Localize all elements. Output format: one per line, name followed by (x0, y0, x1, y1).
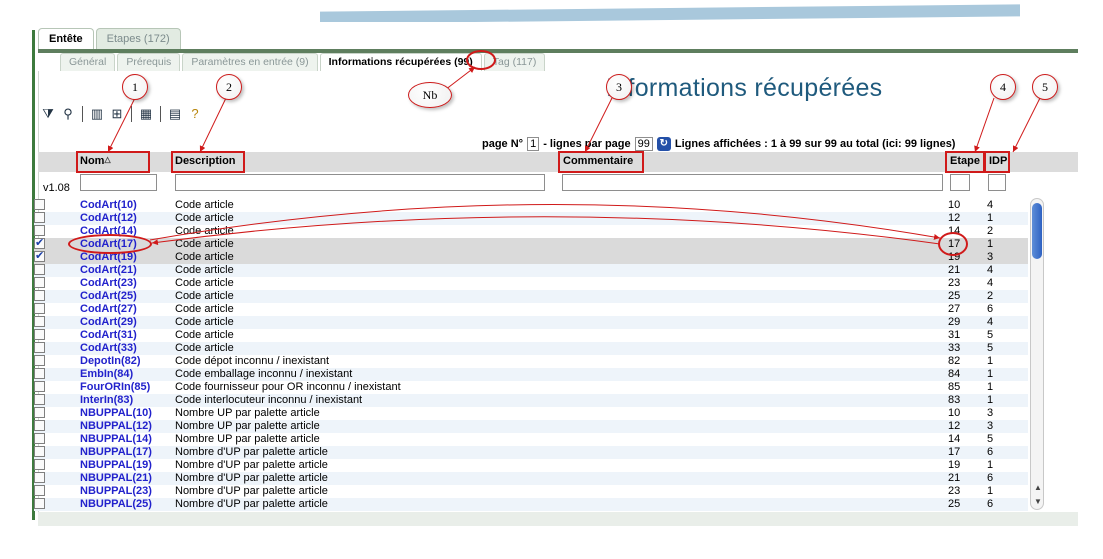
annotation-arrows (107, 66, 1041, 246)
highlight-etape (945, 151, 985, 173)
highlight-description (171, 151, 245, 173)
highlight-row-etape (938, 232, 968, 256)
callout-3: 3 (606, 74, 632, 100)
arrow-4 (974, 97, 995, 153)
highlight-commentaire (558, 151, 644, 173)
arrow-2 (199, 97, 227, 153)
arrow-nb (444, 66, 476, 91)
callout-5: 5 (1032, 74, 1058, 100)
arrow-3 (584, 97, 613, 153)
callout-2: 2 (216, 74, 242, 100)
arrow-5 (1012, 97, 1041, 153)
callout-nb: Nb (408, 82, 452, 108)
callout-4: 4 (990, 74, 1016, 100)
highlight-nom (76, 151, 150, 173)
highlight-row-nom (68, 234, 152, 254)
arrow-1 (107, 97, 136, 153)
callout-1: 1 (122, 74, 148, 100)
arrow-link-right (149, 204, 941, 241)
highlight-idp (984, 151, 1010, 173)
highlight-count (466, 50, 496, 70)
